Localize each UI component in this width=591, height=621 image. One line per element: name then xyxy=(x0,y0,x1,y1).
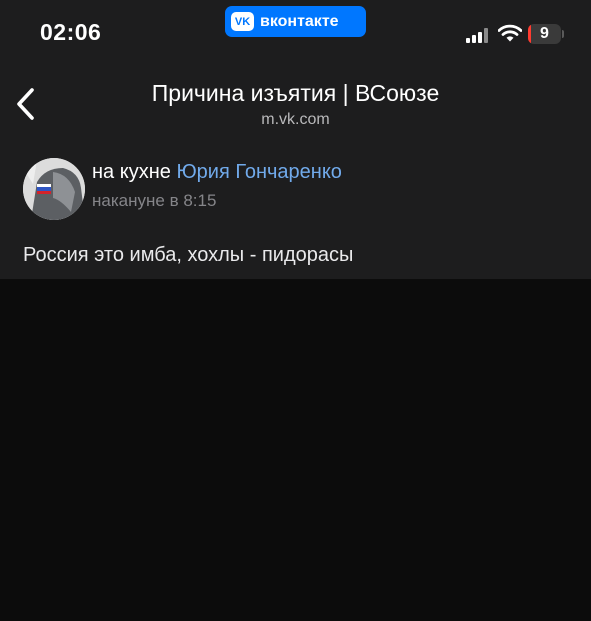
vk-app-badge[interactable]: VK вконтакте xyxy=(225,6,366,37)
page-url: m.vk.com xyxy=(261,111,330,128)
post-author-line: на кухне Юрия Гончаренко xyxy=(92,161,342,184)
post-text: Россия это имба, хохлы - пидорасы xyxy=(23,244,354,266)
status-time: 02:06 xyxy=(40,19,102,45)
battery-level: 9 xyxy=(540,25,549,42)
vk-logo-icon: VK xyxy=(231,12,254,31)
chevron-left-icon xyxy=(17,88,34,120)
back-button[interactable] xyxy=(12,86,40,122)
battery-indicator: 9 xyxy=(528,24,564,44)
avatar[interactable] xyxy=(23,158,85,220)
post-author-prefix: на кухне xyxy=(92,161,171,183)
post-timestamp: накануне в 8:15 xyxy=(92,191,217,210)
post-author-link[interactable]: Юрия Гончаренко xyxy=(176,161,341,183)
wifi-icon xyxy=(497,24,523,42)
cellular-signal-icon xyxy=(466,27,490,43)
page-title: Причина изъятия | ВСоюзе xyxy=(151,80,440,106)
screen: 02:06 VK вконтакте 9 Причина изъятия | В… xyxy=(0,0,591,621)
vk-app-badge-label: вконтакте xyxy=(260,12,339,30)
avatar-image xyxy=(23,158,85,220)
battery-cap xyxy=(562,30,564,38)
